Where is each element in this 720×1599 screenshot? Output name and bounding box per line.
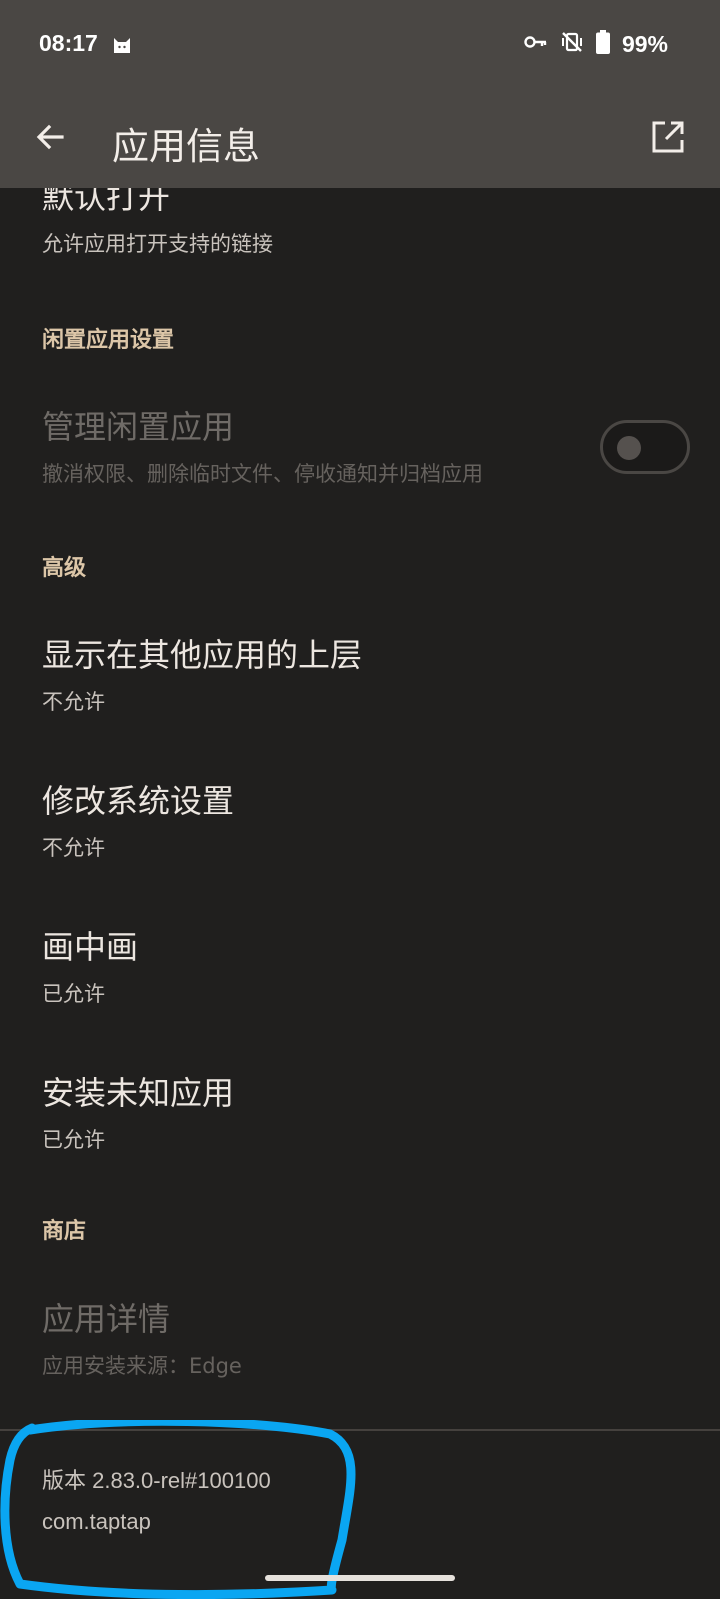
- back-arrow-icon[interactable]: [34, 121, 66, 157]
- section-advanced-header: 高级: [42, 556, 87, 581]
- section-store-header: 商店: [42, 1219, 87, 1244]
- manage-idle-toggle[interactable]: [600, 420, 690, 474]
- default-open-item[interactable]: 默认打开 允许应用打开支持的链接: [42, 188, 273, 258]
- status-icons: 99%: [524, 30, 668, 58]
- item-title: 默认打开: [42, 188, 171, 216]
- item-subtitle: 不允许: [42, 836, 105, 860]
- app-bar: 应用信息: [0, 90, 720, 188]
- item-subtitle: 允许应用打开支持的链接: [42, 232, 273, 256]
- status-bar: 08:17 99%: [0, 0, 720, 90]
- modify-system-settings-item[interactable]: 修改系统设置 不允许: [42, 776, 234, 862]
- gesture-nav-bar[interactable]: [265, 1575, 455, 1581]
- item-title: 管理闲置应用: [42, 408, 235, 446]
- item-subtitle: 不允许: [42, 690, 105, 714]
- cat-icon: [112, 34, 132, 58]
- picture-in-picture-item[interactable]: 画中画 已允许: [42, 922, 138, 1008]
- battery-icon: [595, 30, 610, 58]
- section-idle-header: 闲置应用设置: [42, 328, 175, 353]
- item-subtitle: 撤消权限、删除临时文件、停收通知并归档应用: [42, 462, 483, 486]
- item-title: 画中画: [42, 928, 139, 966]
- vpn-key-icon: [524, 34, 548, 54]
- footer-divider: [0, 1429, 720, 1431]
- overlay-permission-item[interactable]: 显示在其他应用的上层 不允许: [42, 630, 362, 716]
- version-text: 版本 2.83.0-rel#100100: [42, 1468, 271, 1493]
- version-footer: 版本 2.83.0-rel#100100 com.taptap: [42, 1463, 271, 1535]
- package-name: com.taptap: [42, 1509, 151, 1534]
- app-details-item[interactable]: 应用详情 应用安装来源：Edge: [42, 1294, 242, 1380]
- vibrate-off-icon: [560, 30, 584, 58]
- manage-idle-item[interactable]: 管理闲置应用 撤消权限、删除临时文件、停收通知并归档应用: [42, 402, 483, 488]
- item-title: 显示在其他应用的上层: [42, 636, 363, 674]
- page-title: 应用信息: [112, 125, 260, 168]
- toggle-knob: [617, 436, 641, 460]
- item-subtitle: 已允许: [42, 1128, 105, 1152]
- item-title: 应用详情: [42, 1300, 171, 1338]
- item-title: 修改系统设置: [42, 782, 235, 820]
- settings-list[interactable]: 默认打开 允许应用打开支持的链接 闲置应用设置 管理闲置应用 撤消权限、删除临时…: [0, 188, 720, 1428]
- install-unknown-apps-item[interactable]: 安装未知应用 已允许: [42, 1068, 234, 1154]
- item-title: 安装未知应用: [42, 1074, 235, 1112]
- item-subtitle: 已允许: [42, 982, 105, 1006]
- item-subtitle: 应用安装来源：Edge: [42, 1354, 242, 1378]
- battery-percent: 99%: [621, 30, 668, 57]
- status-time: 08:17: [39, 30, 98, 56]
- open-external-icon[interactable]: [651, 120, 685, 158]
